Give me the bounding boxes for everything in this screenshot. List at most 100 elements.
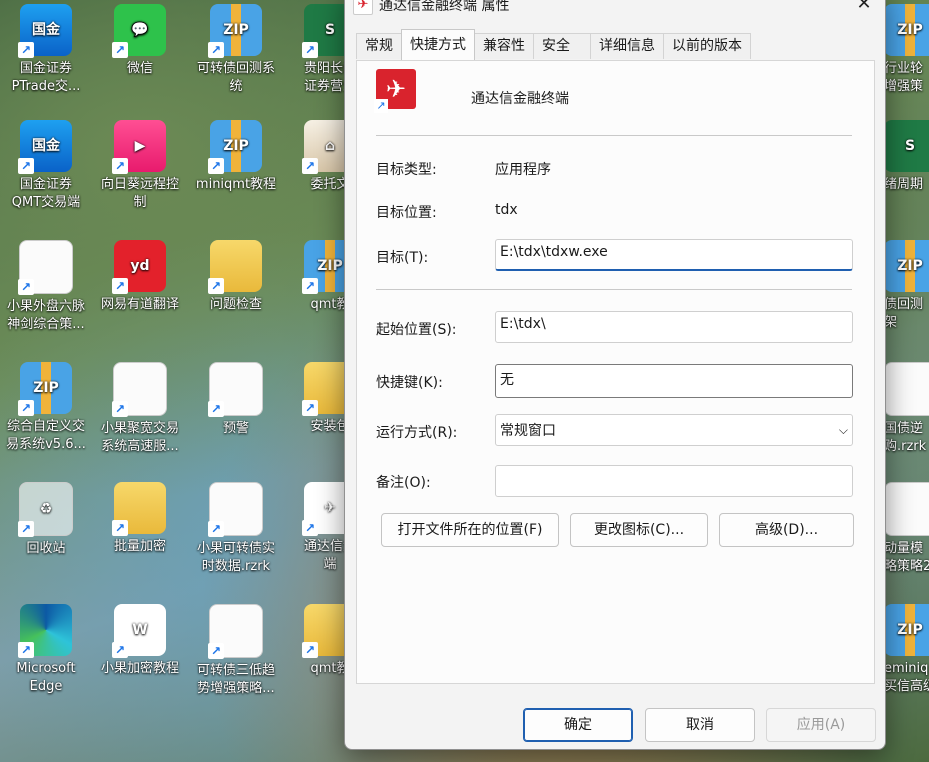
change-icon-button[interactable]: 更改图标(C)... [570,513,708,547]
desktop-icon[interactable]: 国金 ↗ 国金证券 QMT交易端 [0,120,92,212]
app-icon: 💬 ↗ [112,4,166,58]
shortcut-arrow-icon: ↗ [208,521,224,537]
shortcut-arrow-icon: ↗ [374,99,388,113]
app-icon [884,482,929,536]
open-file-location-button[interactable]: 打开文件所在的位置(F) [381,513,559,547]
app-icon [884,362,929,416]
shortcut-arrow-icon: ↗ [112,278,128,294]
target-location-label: 目标位置: [376,205,437,221]
tab-compatibility[interactable]: 兼容性 [474,33,534,59]
app-icon: ZIP ↗ [18,362,72,416]
shortcut-arrow-icon: ↗ [18,279,34,295]
tab-security[interactable]: 安全 [533,33,591,59]
properties-dialog: ✈ 通达信金融终端 属性 ✕ 常规 快捷方式 兼容性 安全 详细信息 以前的版本… [344,0,886,750]
desktop-icon-label: 小果加密教程 [100,661,179,676]
desktop-icon-label: 问题检查 [209,297,262,312]
start-in-input[interactable]: E:\tdx\ [495,311,853,343]
app-icon: yd ↗ [112,240,166,294]
advanced-button[interactable]: 高级(D)... [719,513,854,547]
target-type-value: 应用程序 [495,162,551,178]
app-icon: ↗ [208,604,263,659]
shortcut-arrow-icon: ↗ [112,158,128,174]
desktop-icon[interactable]: ↗ 预警 [190,362,282,438]
desktop-icon-label: 可转债回测系 统 [196,61,275,94]
comment-label: 备注(O): [376,475,431,491]
app-icon: ↗ [112,482,166,536]
tdx-app-icon: ✈ ↗ [374,69,416,113]
desktop-icon[interactable]: ▶ ↗ 向日葵远程控 制 [94,120,186,212]
ok-button[interactable]: 确定 [523,708,633,742]
shortcut-arrow-icon: ↗ [302,42,318,58]
desktop-icon[interactable]: ZIP ↗ miniqmt教程 [190,120,282,194]
tab-general[interactable]: 常规 [356,33,402,59]
desktop-icon-label: 国金证券 QMT交易端 [11,177,81,210]
desktop-icon-label: 国金证券 PTrade交... [11,61,81,94]
close-icon[interactable]: ✕ [851,0,877,17]
start-in-label: 起始位置(S): [376,322,457,338]
dialog-title: 通达信金融终端 属性 [379,0,510,14]
shortcut-arrow-icon: ↗ [208,158,224,174]
tab-previous-versions[interactable]: 以前的版本 [663,33,751,59]
tab-shortcut[interactable]: 快捷方式 [401,29,475,60]
desktop-icon[interactable]: ↗ 可转债三低趋 势增强策略... [190,604,282,698]
desktop-icon[interactable]: ↗ 小果聚宽交易 系统高速服... [94,362,186,456]
shortcut-panel: ✈ ↗ 通达信金融终端 目标类型: 应用程序 目标位置: tdx 目标(T): E… [356,60,875,684]
shortcut-arrow-icon: ↗ [112,401,128,417]
desktop-icon[interactable]: ♻ ↗ 回收站 [0,482,92,558]
desktop-icon-label: 回收站 [26,541,66,556]
desktop-icon-label: Microsoft Edge [16,661,76,694]
app-icon: ↗ [208,362,263,417]
app-icon: ♻ ↗ [18,482,73,537]
shortcut-arrow-icon: ↗ [302,520,318,536]
desktop-icon[interactable]: ↗ 小果可转债实 时数据.rzrk [190,482,282,576]
app-icon: ZIP ↗ [208,4,262,58]
shortcut-arrow-icon: ↗ [208,643,224,659]
target-type-label: 目标类型: [376,162,437,178]
divider [376,289,852,290]
app-icon: ↗ [208,240,262,294]
chevron-down-icon: ⌵ [838,422,848,437]
app-icon: ▶ ↗ [112,120,166,174]
shortcut-arrow-icon: ↗ [208,401,224,417]
desktop-icon[interactable]: 💬 ↗ 微信 [94,4,186,78]
app-title-icon: ✈ [353,0,373,15]
desktop-icon[interactable]: ZIP ↗ 综合自定义交 易系统v5.6... [0,362,92,454]
hotkey-input[interactable]: 无 [495,364,853,398]
desktop-icon[interactable]: W ↗ 小果加密教程 [94,604,186,678]
app-icon: ZIP [884,240,929,292]
desktop-icon[interactable]: ↗ 问题检查 [190,240,282,314]
app-icon: ZIP [884,4,929,56]
shortcut-arrow-icon: ↗ [18,42,34,58]
apply-button[interactable]: 应用(A) [766,708,876,742]
desktop-icon[interactable]: ↗ 小果外盘六脉 神剑综合策... [0,240,92,334]
title-bar[interactable]: ✈ 通达信金融终端 属性 ✕ [345,0,885,21]
comment-input[interactable] [495,465,853,497]
shortcut-arrow-icon: ↗ [208,42,224,58]
tab-bar: 常规 快捷方式 兼容性 安全 详细信息 以前的版本 [356,29,751,60]
desktop-icon-label: 批量加密 [113,539,166,554]
tab-details[interactable]: 详细信息 [590,33,664,59]
desktop-icon[interactable]: ↗ Microsoft Edge [0,604,92,696]
desktop-icon-label: 综合自定义交 易系统v5.6... [6,419,86,452]
shortcut-arrow-icon: ↗ [18,158,34,174]
shortcut-arrow-icon: ↗ [302,158,318,174]
shortcut-arrow-icon: ↗ [18,521,34,537]
target-input[interactable]: E:\tdx\tdxw.exe [495,239,853,271]
desktop-icon-label: 可转债三低趋 势增强策略... [196,663,275,696]
app-icon: 国金 ↗ [18,120,72,174]
cancel-button[interactable]: 取消 [645,708,755,742]
run-select[interactable]: 常规窗口 ⌵ [495,414,853,446]
desktop-icon[interactable]: ZIP ↗ 可转债回测系 统 [190,4,282,96]
app-icon: ↗ [112,362,167,417]
app-icon: ↗ [18,604,72,658]
app-icon: ↗ [18,240,73,295]
app-icon: ↗ [208,482,263,537]
desktop-icon[interactable]: yd ↗ 网易有道翻译 [94,240,186,314]
app-icon: W ↗ [112,604,166,658]
shortcut-arrow-icon: ↗ [18,642,34,658]
desktop-icon[interactable]: ↗ 批量加密 [94,482,186,556]
run-select-value: 常规窗口 [500,423,556,439]
app-icon: 国金 ↗ [18,4,72,58]
desktop-icon[interactable]: 国金 ↗ 国金证券 PTrade交... [0,4,92,96]
shortcut-arrow-icon: ↗ [18,400,34,416]
